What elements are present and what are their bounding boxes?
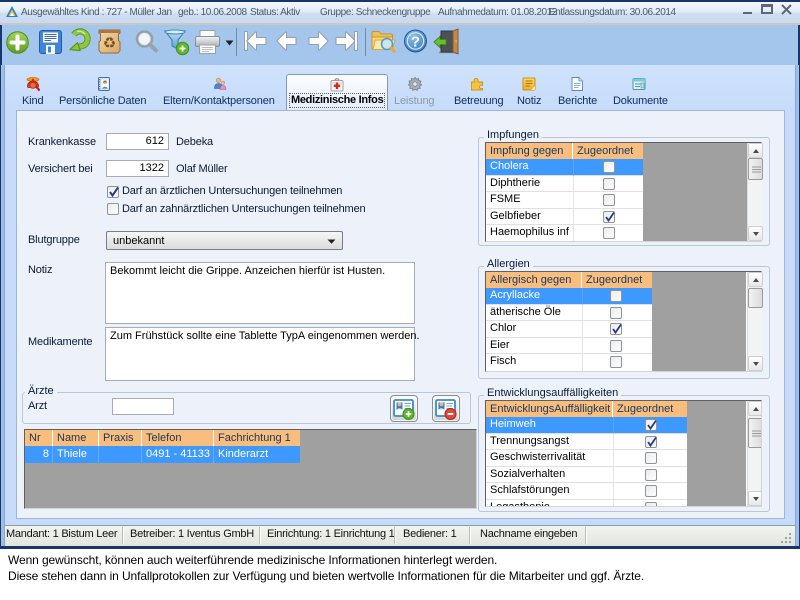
svg-text:♻: ♻ bbox=[103, 35, 116, 52]
svg-text:?: ? bbox=[411, 34, 420, 51]
